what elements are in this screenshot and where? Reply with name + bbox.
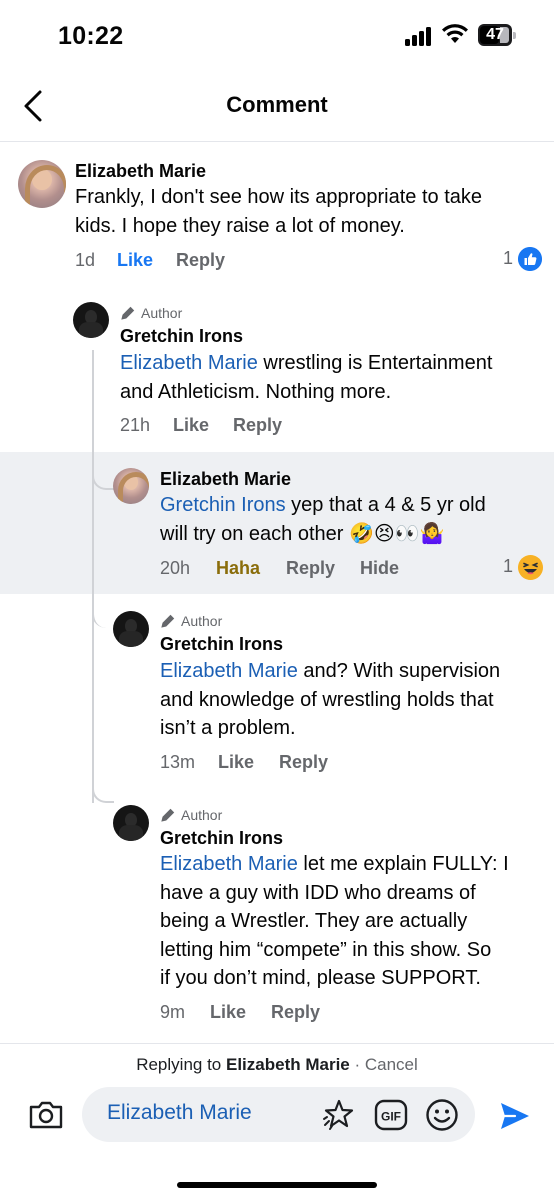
pen-icon xyxy=(161,808,175,822)
page-title: Comment xyxy=(226,92,328,117)
avatar-sticker-icon[interactable] xyxy=(322,1098,356,1132)
comment-text: Frankly, I don't see how its appropriate… xyxy=(75,183,482,240)
thread-line xyxy=(92,452,94,594)
comment-text: Elizabeth Marie let me explain FULLY: I … xyxy=(160,850,509,993)
reply-button[interactable]: Reply xyxy=(279,752,328,773)
avatar[interactable] xyxy=(113,468,149,504)
cellular-signal-icon xyxy=(405,26,433,46)
hide-button[interactable]: Hide xyxy=(360,558,399,579)
comment-author-name[interactable]: Gretchin Irons xyxy=(160,634,283,655)
replying-name: Elizabeth Marie xyxy=(226,1055,350,1074)
comment-text-line: Frankly, I don't see how its appropriate… xyxy=(75,186,482,208)
comment-author-name[interactable]: Gretchin Irons xyxy=(120,326,243,347)
like-button[interactable]: Like xyxy=(117,250,153,271)
like-button[interactable]: Like xyxy=(210,1002,246,1023)
home-indicator xyxy=(177,1182,377,1188)
comment-time: 1d xyxy=(75,250,96,270)
mention-link[interactable]: Elizabeth Marie xyxy=(120,352,258,374)
avatar[interactable] xyxy=(113,611,149,647)
comment-text-line: kids. I hope they raise a lot of money. xyxy=(75,214,405,237)
comment-text-line: being a Wrestler. They are actually xyxy=(160,910,468,932)
avatar[interactable] xyxy=(113,805,149,841)
svg-text:GIF: GIF xyxy=(381,1110,401,1124)
avatar[interactable] xyxy=(73,302,109,338)
comment-text-segment: let me explain FULLY: I xyxy=(297,853,509,875)
comment-author-name[interactable]: Gretchin Irons xyxy=(160,828,283,849)
like-button[interactable]: Like xyxy=(173,415,209,436)
comment-author-name[interactable]: Elizabeth Marie xyxy=(75,161,206,182)
send-icon[interactable] xyxy=(498,1099,532,1133)
author-tag-label: Author xyxy=(141,305,183,321)
pen-icon xyxy=(161,614,175,628)
comment-text-segment: yep that a 4 & 5 yr old xyxy=(285,494,486,516)
comment-author-name[interactable]: Elizabeth Marie xyxy=(160,469,291,490)
comment-input-value[interactable]: Elizabeth Marie xyxy=(107,1101,252,1125)
mention-link[interactable]: Elizabeth Marie xyxy=(160,853,298,875)
camera-icon[interactable] xyxy=(28,1098,64,1130)
reply-button[interactable]: Reply xyxy=(176,250,225,271)
comment-text-line: have a guy with IDD who dreams of xyxy=(160,881,476,904)
comment-time: 21h xyxy=(120,415,151,435)
author-tag-label: Author xyxy=(181,807,223,823)
comment-text-segment: wrestling is Entertainment xyxy=(257,352,493,374)
reply-button[interactable]: Reply xyxy=(286,558,335,579)
mention-link[interactable]: Gretchin Irons xyxy=(160,494,286,516)
emoji-icon[interactable] xyxy=(425,1098,459,1132)
author-tag: Author xyxy=(160,613,222,629)
mention-link[interactable]: Elizabeth Marie xyxy=(160,660,298,682)
comment-text-line: and knowledge of wrestling holds that xyxy=(160,688,494,711)
wifi-icon xyxy=(442,24,468,43)
comment-time: 9m xyxy=(160,1002,186,1022)
haha-reaction-icon[interactable] xyxy=(518,555,543,580)
author-tag-label: Author xyxy=(181,613,223,629)
replying-prefix: Replying to xyxy=(136,1055,222,1074)
pen-icon xyxy=(121,306,135,320)
comment-text-segment: and? With supervision xyxy=(297,660,501,682)
comment-text-line: and Athleticism. Nothing more. xyxy=(120,380,392,403)
avatar[interactable] xyxy=(18,160,66,208)
status-bar: 10:22 47 xyxy=(0,0,554,72)
reaction-count: 1 xyxy=(503,556,514,576)
battery-icon: 47 xyxy=(478,24,516,46)
thread-curve xyxy=(92,594,116,628)
author-tag: Author xyxy=(120,305,182,321)
comment-text-line: letting him “compete” in this show. So xyxy=(160,938,492,961)
header: Comment xyxy=(0,72,554,142)
like-reaction-icon[interactable] xyxy=(518,247,542,271)
comment-text-line: isn’t a problem. xyxy=(160,717,296,739)
comment-text-line: will try on each other 🤣😣👀🤷‍♀️ xyxy=(160,522,445,545)
comment-time: 13m xyxy=(160,752,196,772)
author-tag: Author xyxy=(160,807,222,823)
comment-text: Elizabeth Marie and? With supervision an… xyxy=(160,657,500,743)
cancel-button[interactable]: Cancel xyxy=(365,1055,418,1074)
status-time: 10:22 xyxy=(58,22,124,50)
reply-button[interactable]: Reply xyxy=(233,415,282,436)
gif-icon[interactable]: GIF xyxy=(374,1098,408,1132)
thread-curve xyxy=(92,781,114,803)
replying-to-bar: Replying to Elizabeth Marie · Cancel xyxy=(0,1055,554,1075)
comment-text-line: if you don’t mind, please SUPPORT. xyxy=(160,967,481,989)
like-button[interactable]: Like xyxy=(218,752,254,773)
haha-reaction-button[interactable]: Haha xyxy=(216,558,260,579)
reaction-count: 1 xyxy=(503,248,514,268)
reply-button[interactable]: Reply xyxy=(271,1002,320,1023)
battery-level: 47 xyxy=(486,26,504,43)
comment-text: Elizabeth Marie wrestling is Entertainme… xyxy=(120,349,492,406)
comment-time: 20h xyxy=(160,558,191,578)
comment-text: Gretchin Irons yep that a 4 & 5 yr old w… xyxy=(160,491,486,548)
separator: · xyxy=(349,1055,365,1074)
